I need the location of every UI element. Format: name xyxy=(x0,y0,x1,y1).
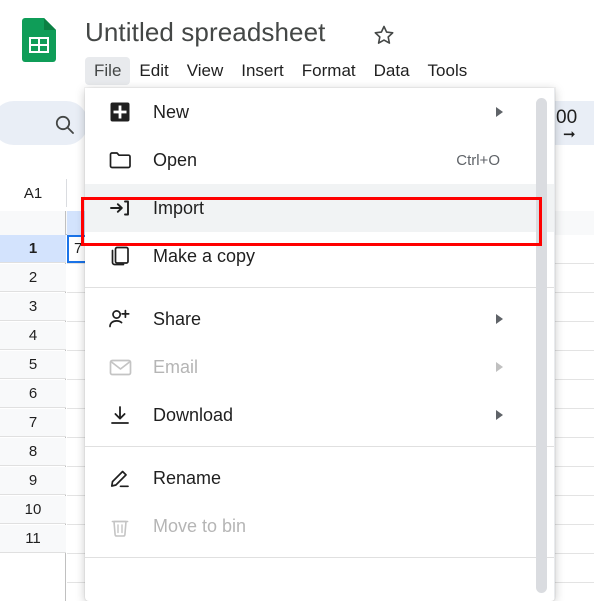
copy-icon xyxy=(107,244,133,268)
menu-file[interactable]: File xyxy=(85,57,131,85)
menu-item-label: Open xyxy=(153,149,198,170)
document-title[interactable]: Untitled spreadsheet xyxy=(85,17,325,48)
menu-item-email: Email xyxy=(85,343,555,391)
row-header-10[interactable]: 10 xyxy=(0,496,66,524)
menu-item-open[interactable]: Open Ctrl+O xyxy=(85,136,555,184)
menu-item-label: Move to bin xyxy=(153,515,247,536)
toolbar-right-fragment[interactable]: 00 ➞ xyxy=(555,101,594,145)
row-header-11[interactable]: 11 xyxy=(0,525,66,553)
menu-view[interactable]: View xyxy=(178,57,233,85)
folder-icon xyxy=(107,148,133,172)
new-file-icon xyxy=(107,100,133,124)
row-header-7[interactable]: 7 xyxy=(0,409,66,437)
menu-tools[interactable]: Tools xyxy=(419,57,477,85)
chevron-right-icon xyxy=(496,107,503,117)
trash-icon xyxy=(107,514,133,538)
menu-edit[interactable]: Edit xyxy=(130,57,177,85)
envelope-icon xyxy=(107,355,133,379)
menu-item-label: Download xyxy=(153,404,234,425)
chevron-right-icon xyxy=(496,314,503,324)
menu-item-download[interactable]: Download xyxy=(85,391,555,439)
row-header-6[interactable]: 6 xyxy=(0,380,66,408)
menu-item-new[interactable]: New xyxy=(85,88,555,136)
name-box[interactable]: A1 xyxy=(0,175,66,211)
menu-item-make-a-copy[interactable]: Make a copy xyxy=(85,232,555,280)
sheets-app-window: Untitled spreadsheet File Edit View Inse… xyxy=(0,0,594,601)
menu-scrollbar[interactable] xyxy=(536,98,547,593)
person-add-icon xyxy=(107,307,133,331)
chevron-right-icon xyxy=(496,362,503,372)
menu-insert[interactable]: Insert xyxy=(232,57,293,85)
menu-separator xyxy=(85,557,555,558)
menu-scrollbar-thumb[interactable] xyxy=(536,98,547,593)
import-icon xyxy=(107,196,133,220)
menu-item-move-to-bin: Move to bin xyxy=(85,502,555,550)
menu-item-label: Email xyxy=(153,356,199,377)
menu-bar: File Edit View Insert Format Data Tools xyxy=(85,56,476,86)
menu-item-import[interactable]: Import xyxy=(85,184,555,232)
menu-item-rename[interactable]: Rename xyxy=(85,454,555,502)
title-bar: Untitled spreadsheet File Edit View Inse… xyxy=(0,0,594,90)
menu-item-label: Import xyxy=(153,197,205,218)
row-header-5[interactable]: 5 xyxy=(0,351,66,379)
chevron-right-icon xyxy=(496,410,503,420)
row-header-4[interactable]: 4 xyxy=(0,322,66,350)
row-header-9[interactable]: 9 xyxy=(0,467,66,495)
menu-item-share[interactable]: Share xyxy=(85,295,555,343)
row-header-8[interactable]: 8 xyxy=(0,438,66,466)
download-icon xyxy=(107,403,133,427)
star-outline-icon[interactable] xyxy=(372,23,396,47)
arrow-right-icon: ➞ xyxy=(563,126,576,143)
menu-item-label: Share xyxy=(153,308,202,329)
menu-item-shortcut: Ctrl+O xyxy=(456,151,500,169)
menu-item-label: Rename xyxy=(153,467,222,488)
search-icon[interactable] xyxy=(54,114,75,135)
row-header-1[interactable]: 1 xyxy=(0,235,66,263)
pencil-icon xyxy=(107,466,133,490)
menu-format[interactable]: Format xyxy=(293,57,365,85)
row-header-2[interactable]: 2 xyxy=(0,264,66,292)
sheets-logo-icon xyxy=(22,18,56,62)
cell-a1-value: 7 xyxy=(74,240,83,257)
row-header-column: 1 2 3 4 5 6 7 8 9 10 11 xyxy=(0,235,66,601)
file-menu-dropdown: New Open Ctrl+O Import Make a copy Share… xyxy=(85,88,555,601)
select-all-corner[interactable] xyxy=(0,211,66,235)
dropdown-right-edge xyxy=(554,88,555,601)
menu-item-label: Make a copy xyxy=(153,245,256,266)
formula-bar-divider xyxy=(66,179,67,207)
menu-data[interactable]: Data xyxy=(365,57,419,85)
row-header-3[interactable]: 3 xyxy=(0,293,66,321)
menu-separator xyxy=(85,446,555,447)
menu-item-label: New xyxy=(153,101,190,122)
menu-separator xyxy=(85,287,555,288)
